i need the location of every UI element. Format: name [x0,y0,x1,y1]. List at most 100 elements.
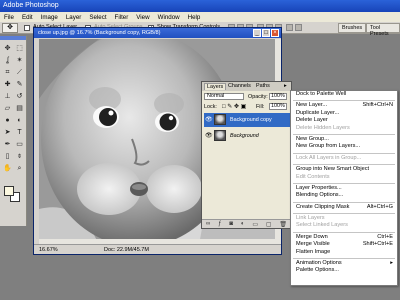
palette-well-tab-brushes[interactable]: Brushes [338,23,367,33]
new-layer-icon[interactable]: ▢ [266,221,272,228]
pen-tool-icon[interactable]: ✒ [2,140,13,150]
healing-brush-icon[interactable]: ✚ [2,80,13,90]
palette-well-tab-tool-presets[interactable]: Tool Presets [366,23,400,37]
menu-item[interactable]: Merge Down Ctrl+E [291,234,397,241]
app-title: Adobe Photoshop [3,2,59,9]
distribute-icon[interactable] [295,24,302,31]
layers-panel: Layers Channels Paths ▸ Normal Opacity: … [201,81,292,229]
link-layers-icon[interactable]: ∞ [206,221,210,227]
fill-input[interactable]: 100% [269,103,287,110]
menu-item[interactable]: Merge Visible Shift+Ctrl+E [291,241,397,248]
menu-item-label: Layer Properties... [296,184,342,191]
layer-row-background[interactable]: 👁 Background [204,129,290,143]
panel-menu-icon[interactable]: ▸ [282,83,289,89]
gradient-tool-icon[interactable]: ▤ [14,104,25,114]
lock-icons[interactable]: □ ✎ ✥ ▣ [222,103,246,110]
menu-item[interactable]: Delete Layer [291,117,397,124]
menu-image[interactable]: Image [37,12,62,22]
trash-icon[interactable]: 🗑 [279,221,287,228]
magic-wand-icon[interactable]: ✶ [14,56,25,66]
menu-item-label: New Layer... [296,102,328,109]
layers-panel-menu: Dock to Palette Well New Layer... Shift+Ct… [290,90,398,286]
notes-tool-icon[interactable]: ▯ [2,152,13,162]
eye-icon[interactable]: 👁 [205,116,213,123]
dodge-tool-icon[interactable]: ◐ [14,116,25,126]
auto-select-layer-checkbox[interactable] [24,25,30,31]
foreground-color-swatch[interactable] [4,186,14,196]
move-tool-icon[interactable]: ✥ [2,44,13,54]
palette-well-tab-label: Tool Presets [370,25,389,37]
menu-item-label: Dock to Palette Well [296,91,347,97]
brush-tool-icon[interactable]: ✎ [14,80,25,90]
toolbox: ✥ ⬚ ʆ ✶ ⌗ ⟋ ✚ ✎ ⊥ ↺ ▱ ▤ ● ◐ ➤ T ✒ ▭ ▯ ⌽ … [0,36,27,226]
distribute-icon[interactable] [286,24,293,31]
opacity-value: 100% [271,93,285,99]
menu-item[interactable]: Flatten Image [291,249,397,256]
tool-preset-picker[interactable]: ✥ [2,23,18,33]
blend-mode-select[interactable]: Normal [204,93,244,100]
eraser-tool-icon[interactable]: ▱ [2,104,13,114]
clone-stamp-icon[interactable]: ⊥ [2,92,13,102]
menu-item[interactable]: New Group from Layers... [291,143,397,150]
toolbox-header[interactable] [0,36,26,40]
menu-item[interactable]: New Layer... Shift+Ctrl+N [291,102,397,109]
eyedropper-icon[interactable]: ⌽ [14,152,25,162]
layer-row-background-copy[interactable]: 👁 Background copy [204,113,290,127]
menu-item[interactable]: New Group... [291,136,397,143]
minimize-icon[interactable]: _ [253,29,261,37]
menu-item[interactable]: Blending Options... [291,192,397,199]
menu-item[interactable]: Create Clipping Mask Alt+Ctrl+G [291,204,397,211]
crop-tool-icon[interactable]: ⌗ [2,68,13,78]
menu-item: Edit Contents [291,174,397,181]
zoom-tool-icon[interactable]: ⌕ [14,164,25,174]
menu-item-label: Palette Options... [296,267,339,274]
menu-window[interactable]: Window [154,12,184,22]
slice-tool-icon[interactable]: ⟋ [14,68,25,78]
menu-item[interactable]: Duplicate Layer... [291,110,397,117]
tab-paths[interactable]: Paths [254,83,272,89]
menu-item[interactable]: Group into New Smart Object [291,166,397,173]
menu-item[interactable]: Animation Options ▸ [291,260,397,267]
blur-tool-icon[interactable]: ● [2,116,13,126]
menu-file[interactable]: File [0,12,18,22]
layer-style-icon[interactable]: ƒ [218,221,221,227]
menu-filter[interactable]: Filter [111,12,133,22]
adjustment-layer-icon[interactable]: ◐ [241,221,245,227]
fill-value: 100% [271,103,285,109]
app-title-bar: Adobe Photoshop [0,0,400,12]
new-group-icon[interactable]: ▭ [252,221,258,228]
hand-tool-icon[interactable]: ✋ [2,164,13,174]
menu-item[interactable]: Palette Options... [291,267,397,274]
type-tool-icon[interactable]: T [14,128,25,138]
shape-tool-icon[interactable]: ▭ [14,140,25,150]
maximize-icon[interactable]: □ [262,29,270,37]
layer-mask-icon[interactable]: ◙ [229,221,233,227]
menu-edit[interactable]: Edit [18,12,37,22]
menu-item[interactable]: Dock to Palette Well [291,91,397,98]
menu-help[interactable]: Help [184,12,205,22]
layers-panel-footer: ∞ ƒ ◙ ◐ ▭ ▢ 🗑 [202,219,291,228]
menu-item[interactable]: Layer Properties... [291,185,397,192]
document-title-bar[interactable]: close up.jpg @ 16.7% (Background copy, R… [34,28,281,38]
menu-layer[interactable]: Layer [62,12,85,22]
menu-item-shortcut: Ctrl+E [377,233,393,240]
lasso-tool-icon[interactable]: ʆ [2,56,13,66]
tab-layers[interactable]: Layers [204,83,227,90]
window-controls: _ □ × [253,29,279,37]
layer-name: Background [230,133,259,139]
tab-channels[interactable]: Channels [226,83,253,89]
opacity-label: Opacity: [248,94,268,100]
menu-select[interactable]: Select [85,12,110,22]
menu-item: Select Linked Layers [291,222,397,229]
zoom-level[interactable]: 16.67% [39,247,58,253]
marquee-tool-icon[interactable]: ⬚ [14,44,25,54]
close-icon[interactable]: × [271,29,279,37]
opacity-input[interactable]: 100% [269,93,287,100]
path-selection-icon[interactable]: ➤ [2,128,13,138]
menu-item-shortcut: Shift+Ctrl+N [362,102,393,109]
eye-icon[interactable]: 👁 [205,132,213,139]
history-brush-icon[interactable]: ↺ [14,92,25,102]
menu-item-shortcut: Alt+Ctrl+G [366,203,393,210]
layer-name: Background copy [230,117,272,123]
menu-view[interactable]: View [132,12,153,22]
